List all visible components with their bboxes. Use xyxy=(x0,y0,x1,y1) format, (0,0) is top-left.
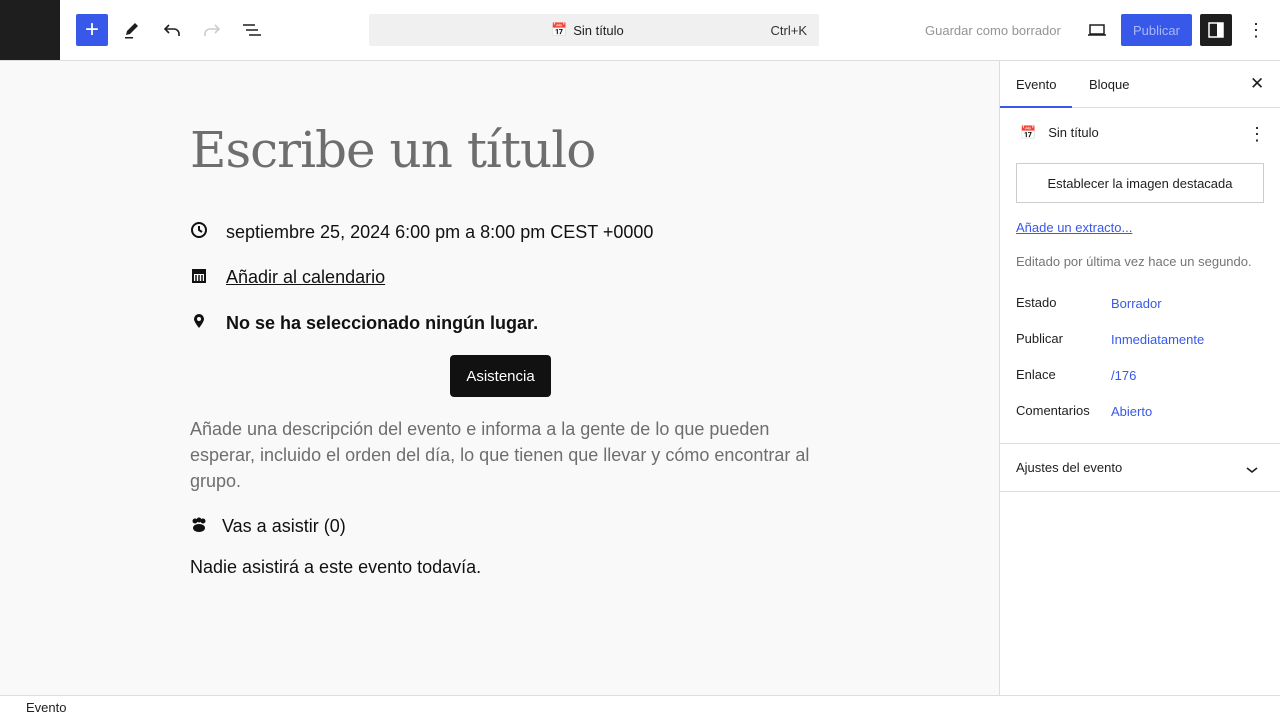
event-settings-panel[interactable]: Ajustes del evento xyxy=(1000,443,1280,492)
calendar-icon xyxy=(190,266,226,289)
featured-image-button[interactable]: Establecer la imagen destacada xyxy=(1016,163,1264,203)
editor-canvas: Escribe un título septiembre 25, 2024 6:… xyxy=(0,61,999,695)
add-to-calendar-link[interactable]: Añadir al calendario xyxy=(226,267,385,288)
desktop-icon xyxy=(1088,24,1106,36)
comments-value[interactable]: Abierto xyxy=(1111,404,1152,419)
post-title: Sin título xyxy=(1048,125,1099,140)
redo-icon xyxy=(204,24,221,36)
tab-bloque[interactable]: Bloque xyxy=(1089,77,1129,92)
options-menu-button[interactable]: ⋮ xyxy=(1240,14,1272,46)
event-icon: 📅 xyxy=(1020,125,1037,140)
top-toolbar: + 📅 Sin título Ctrl+K Guardar como borrad… xyxy=(0,0,1280,61)
preview-button[interactable] xyxy=(1081,14,1113,46)
command-palette[interactable]: 📅 Sin título Ctrl+K xyxy=(369,14,819,46)
comments-label: Comentarios xyxy=(1016,403,1090,418)
sidebar-icon xyxy=(1208,22,1224,38)
excerpt-link[interactable]: Añade un extracto... xyxy=(1016,220,1132,235)
pencil-icon xyxy=(125,23,138,39)
link-label: Enlace xyxy=(1016,367,1056,382)
chevron-down-icon xyxy=(1246,467,1258,474)
link-value[interactable]: /176 xyxy=(1111,368,1136,383)
status-value[interactable]: Borrador xyxy=(1111,296,1162,311)
attending-count: Vas a asistir (0) xyxy=(222,516,346,536)
no-attendees-text: Nadie asistirá a este evento todavía. xyxy=(190,557,482,577)
block-breadcrumb: Evento xyxy=(0,695,1280,720)
publish-label: Publicar xyxy=(1016,331,1063,346)
tab-evento[interactable]: Evento xyxy=(999,77,1074,108)
event-icon: 📅 xyxy=(551,22,568,37)
breadcrumb-item[interactable]: Evento xyxy=(26,700,66,715)
site-logo[interactable] xyxy=(0,0,60,60)
last-edited: Editado por última vez hace un segundo. xyxy=(1016,254,1252,269)
list-view-icon xyxy=(243,24,261,36)
settings-sidebar: Evento Bloque ✕ 📅 Sin título ⋮ Establecer… xyxy=(999,61,1280,695)
status-label: Estado xyxy=(1016,295,1057,310)
shortcut-hint: Ctrl+K xyxy=(770,23,807,38)
close-icon[interactable]: ✕ xyxy=(1250,74,1264,94)
post-actions-menu[interactable]: ⋮ xyxy=(1248,124,1266,145)
location-pin-icon xyxy=(190,312,226,335)
publish-button[interactable]: Publicar xyxy=(1121,14,1192,46)
redo-button[interactable] xyxy=(196,14,228,46)
undo-icon xyxy=(163,24,180,36)
save-draft-button[interactable]: Guardar como borrador xyxy=(925,23,1061,38)
publish-value[interactable]: Inmediatamente xyxy=(1111,332,1204,347)
description-placeholder[interactable]: Añade una descripción del evento e infor… xyxy=(190,416,810,494)
rsvp-button[interactable]: Asistencia xyxy=(450,355,551,397)
document-title: Sin título xyxy=(573,22,624,38)
tools-button[interactable] xyxy=(116,14,148,46)
event-settings-label: Ajustes del evento xyxy=(1016,460,1123,475)
event-datetime: septiembre 25, 2024 6:00 pm a 8:00 pm CE… xyxy=(226,222,654,242)
post-title-input[interactable]: Escribe un título xyxy=(190,121,596,179)
people-icon xyxy=(190,515,222,538)
settings-toggle-button[interactable] xyxy=(1200,14,1232,46)
event-location: No se ha seleccionado ningún lugar. xyxy=(226,313,539,333)
undo-button[interactable] xyxy=(156,14,188,46)
clock-icon xyxy=(190,221,226,244)
document-overview-button[interactable] xyxy=(236,14,268,46)
add-block-button[interactable]: + xyxy=(76,14,108,46)
